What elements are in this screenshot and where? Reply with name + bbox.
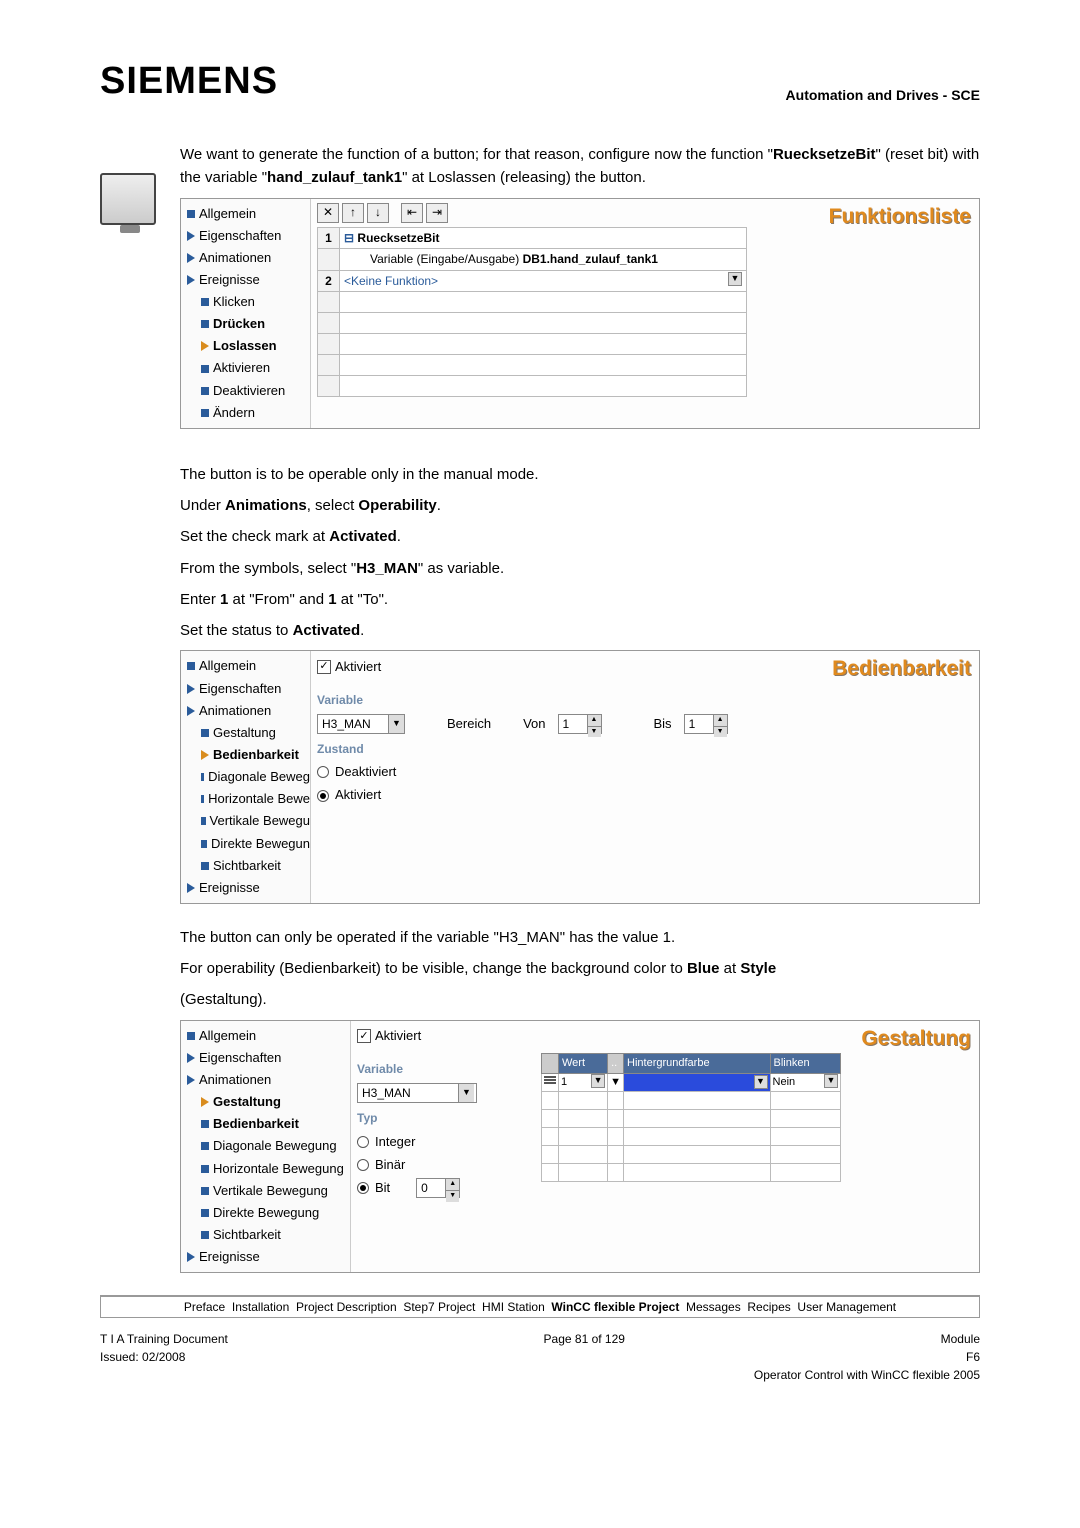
- header-division: Automation and Drives - SCE: [786, 87, 980, 103]
- panel-title: Bedienbarkeit: [832, 653, 971, 686]
- von-label: Von: [523, 714, 545, 734]
- aktiviert-checkbox[interactable]: ✓Aktiviert: [317, 657, 381, 677]
- chevron-down-icon[interactable]: ▼: [824, 1074, 838, 1088]
- variable-combo[interactable]: ▼: [357, 1083, 477, 1103]
- instruction-text: From the symbols, select "H3_MAN" as var…: [180, 557, 980, 580]
- section-label: Variable: [317, 691, 973, 710]
- bedienbarkeit-panel: Allgemein Eigenschaften Animationen Gest…: [180, 650, 980, 904]
- footer-module: Module: [941, 1332, 980, 1346]
- instruction-text: For operability (Bedienbarkeit) to be vi…: [180, 957, 980, 980]
- section-label: Typ: [357, 1109, 527, 1128]
- von-spinner[interactable]: ▲▼: [558, 714, 602, 734]
- typ-bit-radio[interactable]: Bit ▲▼: [357, 1178, 527, 1198]
- square-icon: [201, 409, 209, 417]
- chevron-down-icon[interactable]: ▼: [388, 715, 404, 733]
- outdent-button[interactable]: ⇤: [401, 203, 423, 223]
- function-table[interactable]: 1⊟ RuecksetzeBit Variable (Eingabe/Ausga…: [317, 227, 747, 398]
- panel-title: Funktionsliste: [829, 201, 971, 234]
- square-icon: [201, 365, 209, 373]
- footer-page-number: Page 81 of 129: [544, 1332, 625, 1346]
- style-table[interactable]: Wert .. Hintergrundfarbe Blinken 1▼ ▼ ▼ …: [541, 1053, 841, 1182]
- property-tree[interactable]: Allgemein Eigenschaften Animationen Erei…: [181, 199, 311, 428]
- panel-title: Gestaltung: [861, 1023, 971, 1056]
- variable-combo[interactable]: ▼: [317, 714, 405, 734]
- bit-spinner[interactable]: ▲▼: [416, 1178, 460, 1198]
- move-up-button[interactable]: ↑: [342, 203, 364, 223]
- indent-button[interactable]: ⇥: [426, 203, 448, 223]
- chevron-down-icon[interactable]: ▼: [754, 1075, 768, 1089]
- expand-icon: [187, 253, 195, 263]
- gestaltung-panel: Allgemein Eigenschaften Animationen Gest…: [180, 1020, 980, 1274]
- instruction-text: Enter 1 at "From" and 1 at "To".: [180, 588, 980, 611]
- aktiviert-checkbox[interactable]: ✓Aktiviert: [357, 1026, 421, 1046]
- instruction-text: The button is to be operable only in the…: [180, 463, 980, 486]
- instruction-text: The button can only be operated if the v…: [180, 926, 980, 949]
- color-cell[interactable]: ▼: [624, 1073, 771, 1091]
- row-handle-icon[interactable]: [544, 1075, 556, 1085]
- footer-doc-title: T I A Training Document: [100, 1332, 228, 1346]
- chevron-down-icon[interactable]: ▼: [728, 272, 742, 286]
- instruction-text: Set the status to Activated.: [180, 619, 980, 642]
- deaktiviert-radio[interactable]: Deaktiviert: [317, 762, 973, 782]
- intro-paragraph: We want to generate the function of a bu…: [180, 143, 980, 190]
- instruction-text: (Gestaltung).: [180, 988, 980, 1011]
- monitor-icon: [100, 173, 156, 225]
- bereich-label: Bereich: [447, 714, 491, 734]
- delete-button[interactable]: ✕: [317, 203, 339, 223]
- square-icon: [201, 320, 209, 328]
- instruction-text: Under Animations, select Operability.: [180, 494, 980, 517]
- aktiviert-radio[interactable]: Aktiviert: [317, 785, 973, 805]
- property-tree[interactable]: Allgemein Eigenschaften Animationen Gest…: [181, 651, 311, 903]
- square-icon: [201, 298, 209, 306]
- section-label: Zustand: [317, 740, 973, 759]
- chevron-down-icon[interactable]: ▼: [591, 1074, 605, 1088]
- siemens-logo: SIEMENS: [100, 60, 278, 103]
- section-label: Variable: [357, 1060, 527, 1079]
- square-icon: [187, 210, 195, 218]
- footer-issued: Issued: 02/2008: [100, 1350, 185, 1364]
- typ-binaer-radio[interactable]: Binär: [357, 1155, 527, 1175]
- instruction-text: Set the check mark at Activated.: [180, 525, 980, 548]
- expand-icon: [187, 231, 195, 241]
- expand-icon: [187, 275, 195, 285]
- footer-subtitle: Operator Control with WinCC flexible 200…: [754, 1368, 980, 1382]
- bis-label: Bis: [654, 714, 672, 734]
- expand-icon: [201, 341, 209, 351]
- funktionsliste-panel: Allgemein Eigenschaften Animationen Erei…: [180, 198, 980, 429]
- footer-module-code: F6: [966, 1350, 980, 1364]
- square-icon: [201, 387, 209, 395]
- bis-spinner[interactable]: ▲▼: [684, 714, 728, 734]
- property-tree[interactable]: Allgemein Eigenschaften Animationen Gest…: [181, 1021, 351, 1273]
- typ-integer-radio[interactable]: Integer: [357, 1132, 527, 1152]
- breadcrumb: Preface Installation Project Description…: [100, 1295, 980, 1318]
- move-down-button[interactable]: ↓: [367, 203, 389, 223]
